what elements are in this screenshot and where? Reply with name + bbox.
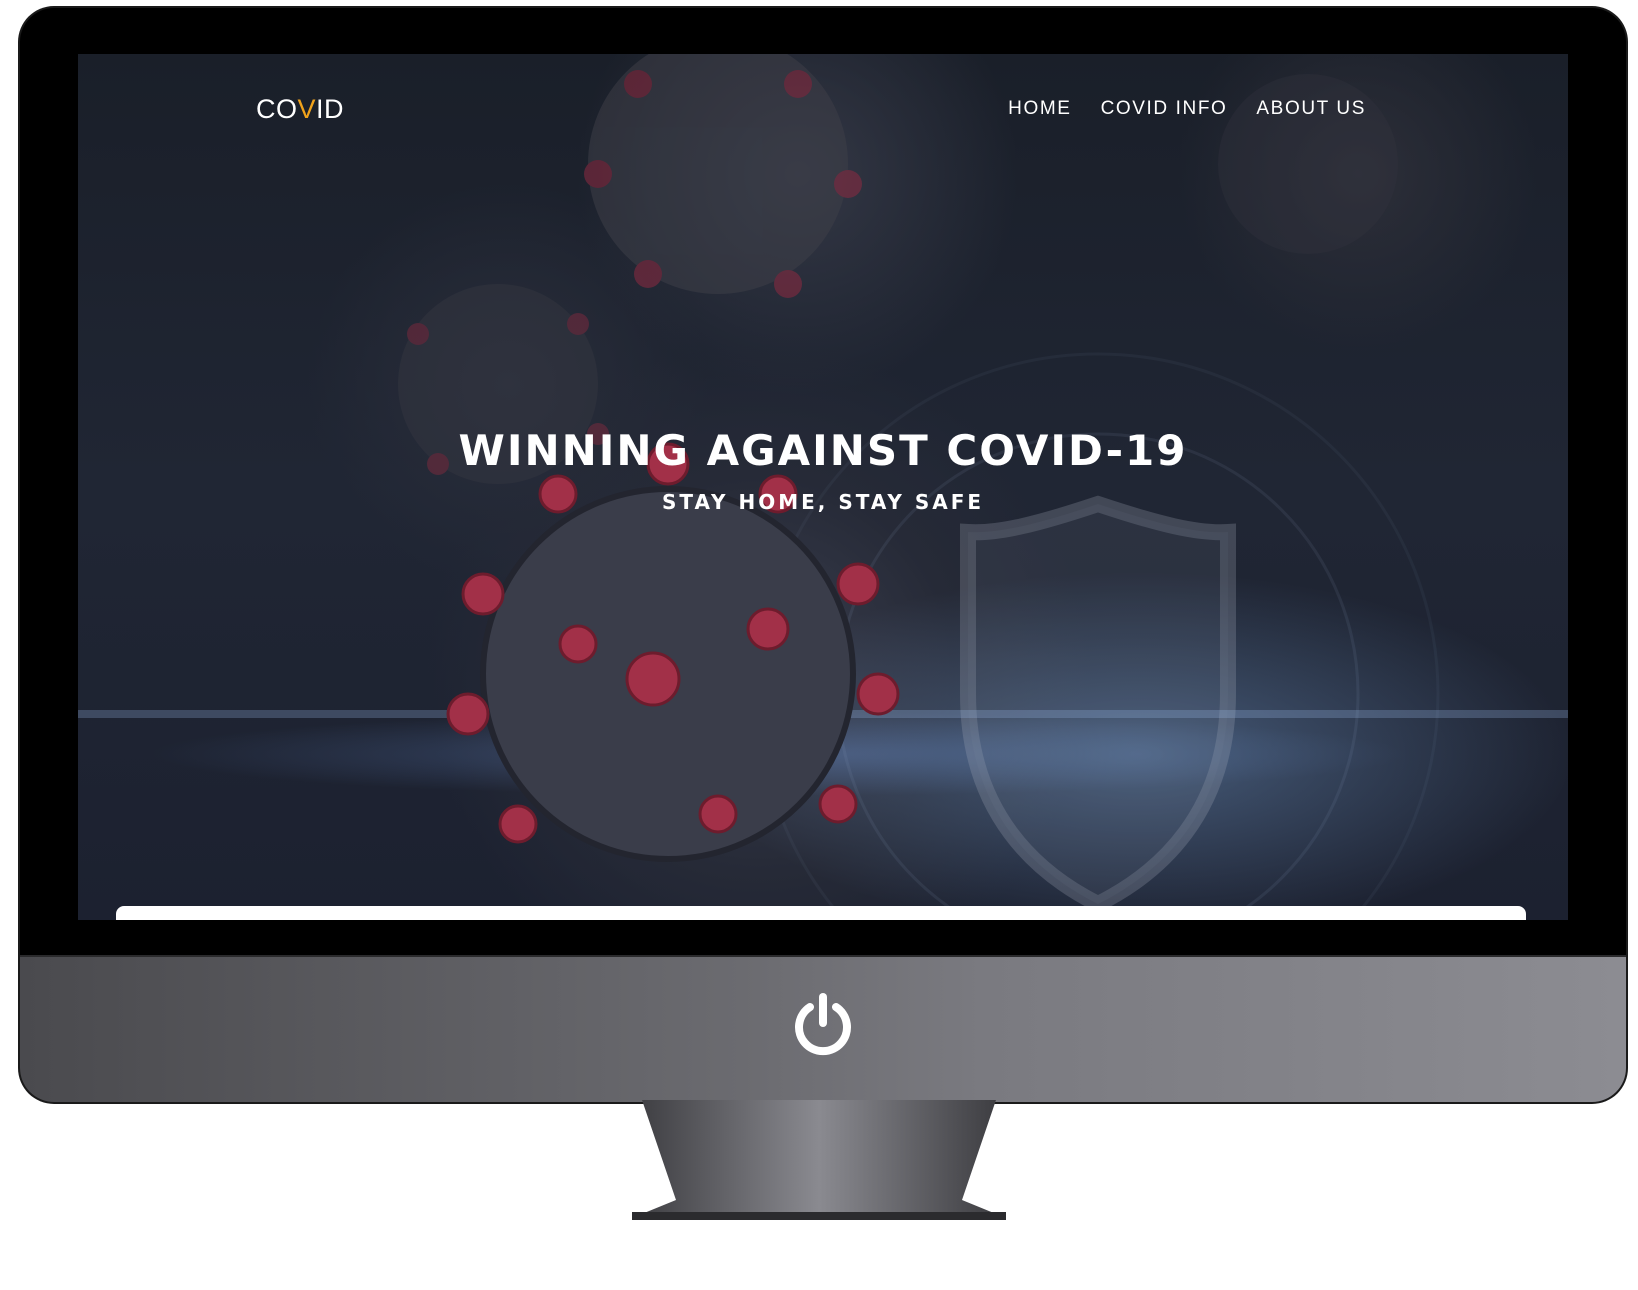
nav-home[interactable]: HOME [1008,98,1071,120]
nav-covid-info[interactable]: COVID INFO [1101,98,1228,120]
nav-about-us[interactable]: ABOUT US [1256,98,1366,120]
monitor-stand [632,1100,1006,1220]
main-navigation: HOME COVID INFO ABOUT US [1008,98,1366,120]
website-screen: COVID HOME COVID INFO ABOUT US WINNING A… [78,54,1568,920]
hero-subtitle: STAY HOME, STAY SAFE [661,490,985,514]
monitor-chin [20,955,1626,1102]
site-logo[interactable]: COVID [256,94,344,125]
monitor-frame: COVID HOME COVID INFO ABOUT US WINNING A… [20,8,1626,1102]
virus-icon [584,54,862,298]
hero-title: WINNING AGAINST COVID-19 [458,426,1188,475]
hero-decoration [78,54,1568,920]
content-card [116,906,1526,920]
power-icon[interactable] [788,989,858,1059]
